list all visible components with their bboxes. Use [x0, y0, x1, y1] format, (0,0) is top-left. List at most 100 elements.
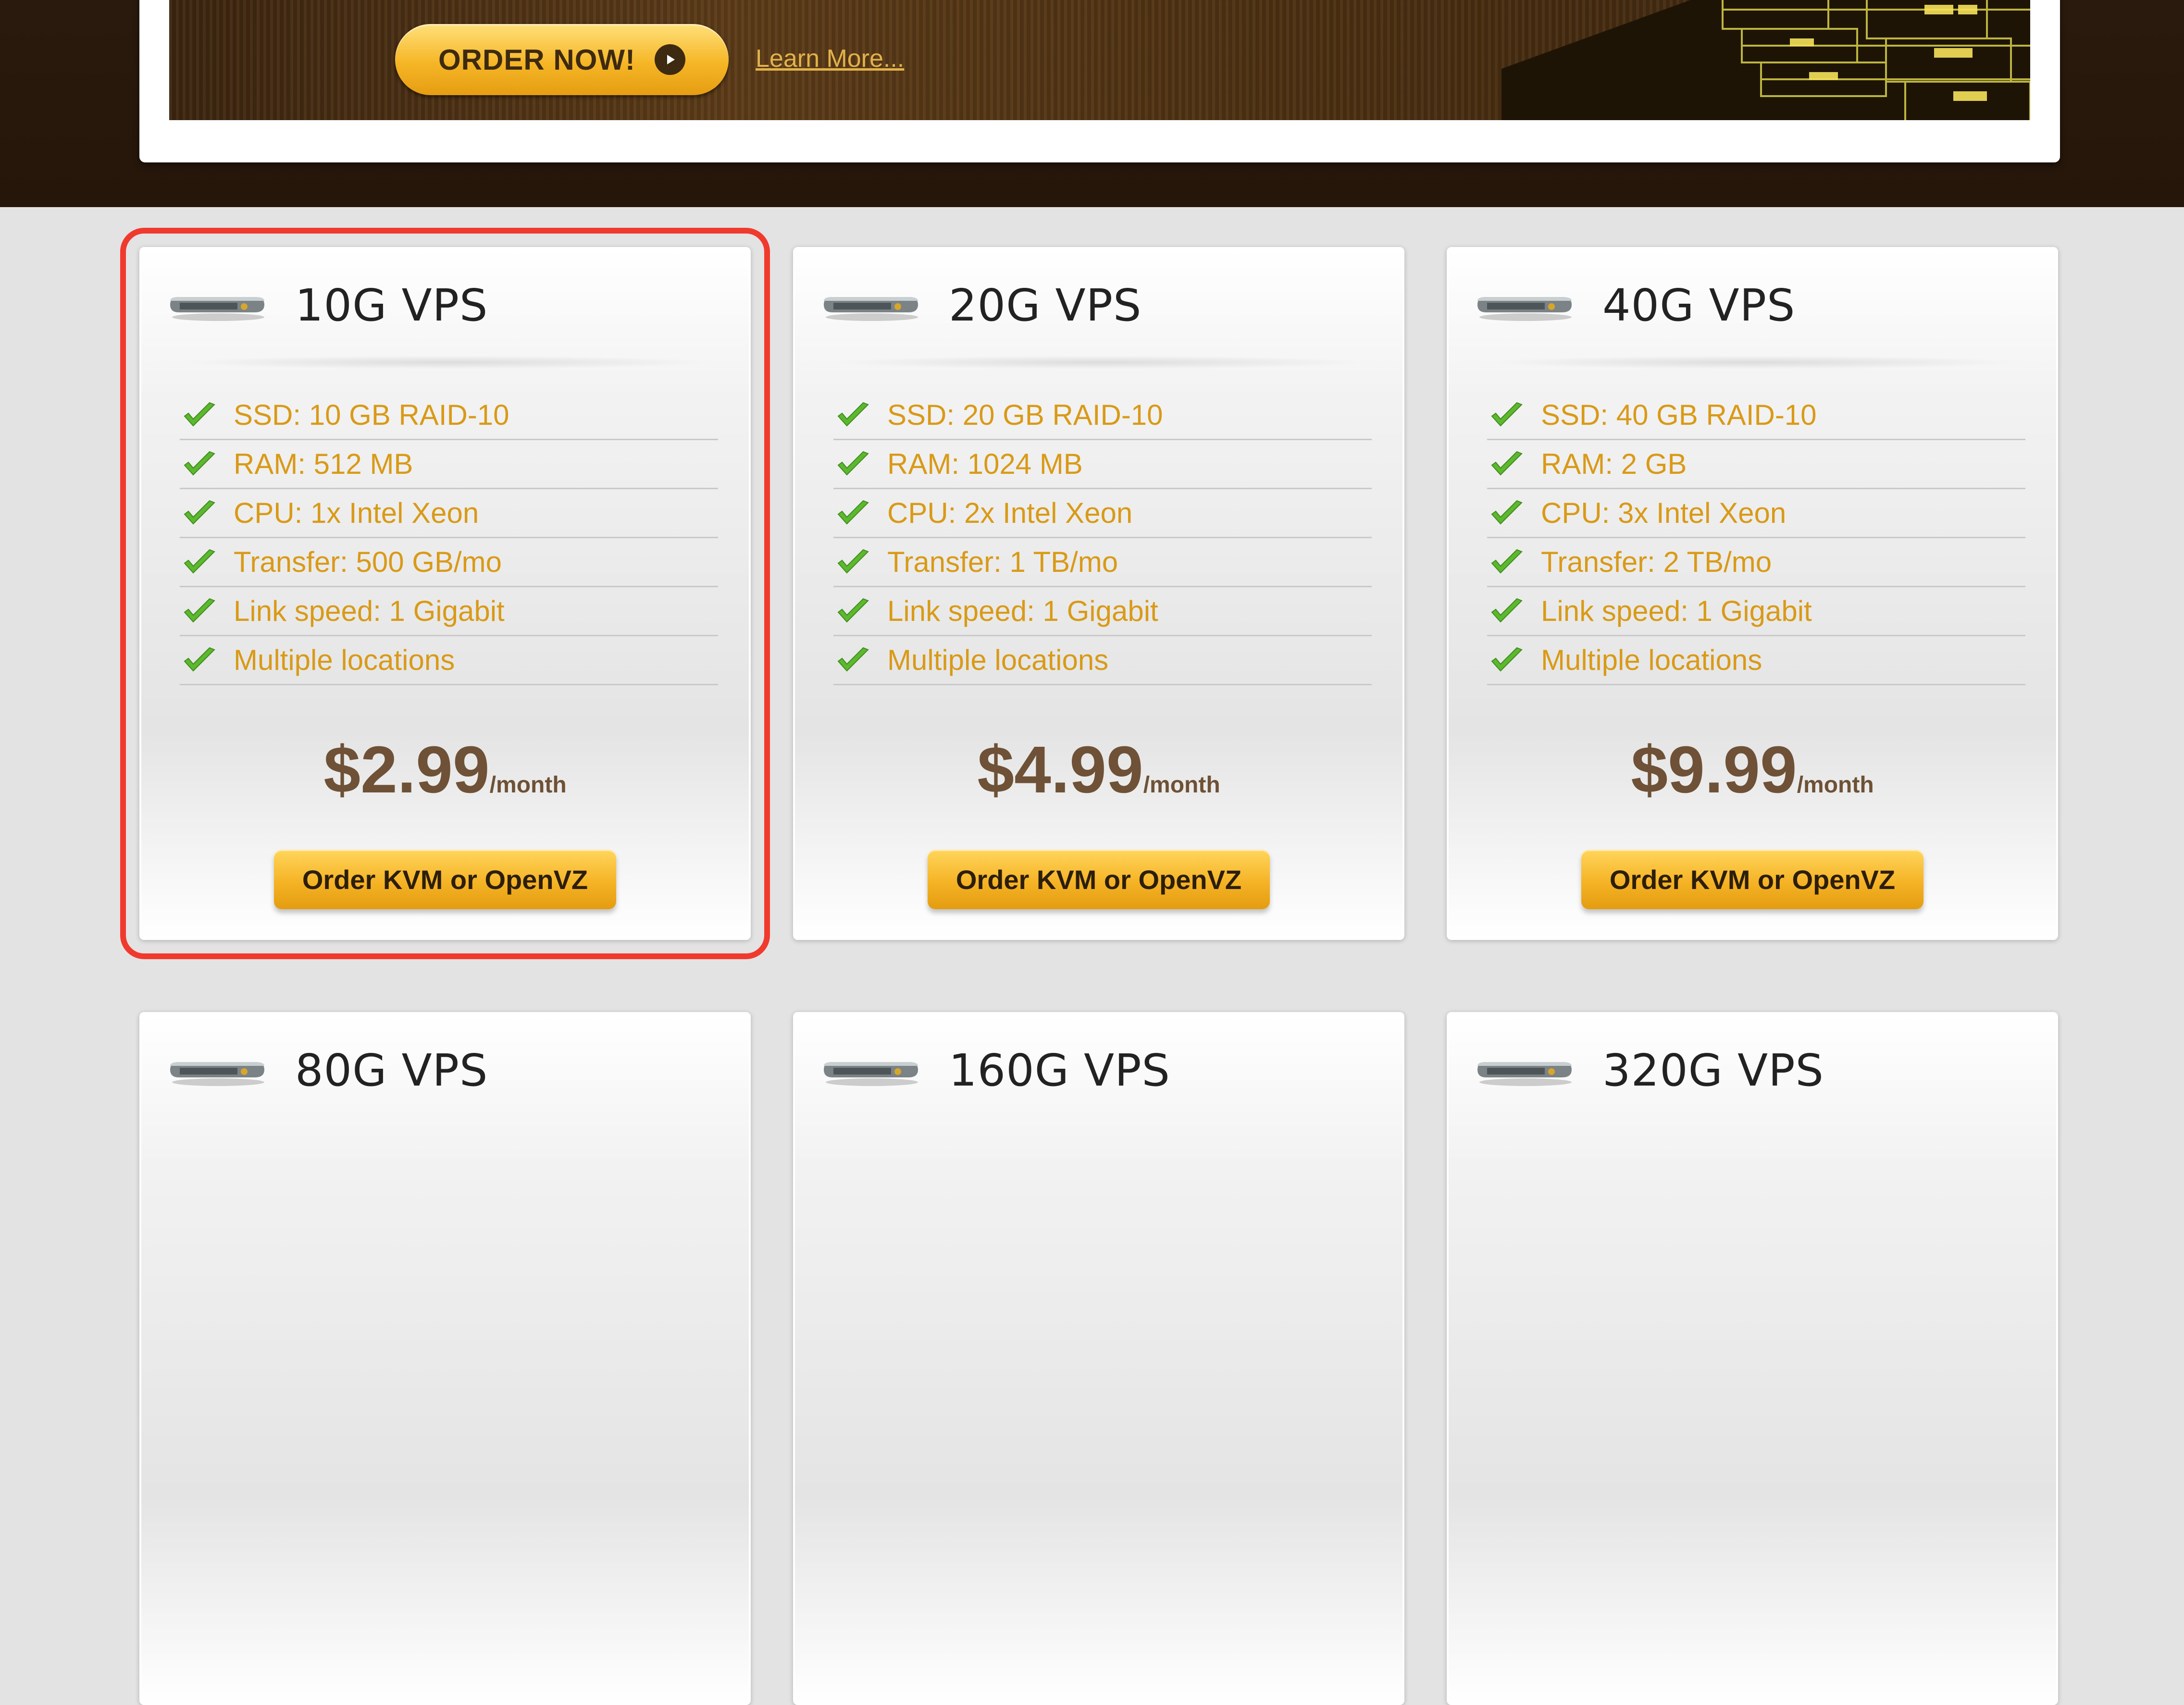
- feature-text: RAM: 512 MB: [234, 448, 413, 480]
- feature-text: Transfer: 500 GB/mo: [234, 546, 502, 578]
- header-divider: [1487, 356, 2021, 369]
- feature-text: Multiple locations: [887, 644, 1109, 676]
- plan-card-320g: 320G VPS: [1447, 1012, 2058, 1705]
- plan-card-header: 40G VPS: [1449, 249, 2056, 369]
- plan-card-160g: 160G VPS: [793, 1012, 1404, 1705]
- check-icon: [1490, 450, 1524, 479]
- list-item: SSD: 40 GB RAID-10: [1487, 391, 2025, 440]
- feature-text: RAM: 2 GB: [1541, 448, 1687, 480]
- plan-title: 20G VPS: [949, 280, 1142, 331]
- list-item: CPU: 3x Intel Xeon: [1487, 489, 2025, 538]
- check-icon: [1490, 548, 1524, 577]
- plan-card-header: 80G VPS: [141, 1014, 749, 1129]
- check-icon: [836, 499, 870, 528]
- plan-card-10g: 10G VPS SSD: 10 GB RAID-10 RAM: 512 MB C…: [120, 228, 770, 959]
- plan-card-header: 160G VPS: [795, 1014, 1402, 1129]
- feature-text: Link speed: 1 Gigabit: [234, 595, 505, 627]
- check-icon: [836, 401, 870, 430]
- plan-card-20g: 20G VPS SSD: 20 GB RAID-10 RAM: 1024 MB …: [793, 247, 1404, 940]
- price: $9.99/month: [1449, 732, 2056, 808]
- server-disk-icon: [1477, 288, 1574, 324]
- check-icon: [1490, 597, 1524, 626]
- hero-banner-frame: ORDER NOW! Learn More...: [139, 0, 2060, 162]
- plan-card-header: 20G VPS: [795, 249, 1402, 369]
- header-divider: [833, 356, 1367, 369]
- feature-text: Link speed: 1 Gigabit: [1541, 595, 1812, 627]
- plan-title: 40G VPS: [1602, 280, 1796, 331]
- order-kvm-openvz-button[interactable]: Order KVM or OpenVZ: [1581, 850, 1923, 909]
- server-rack-illustration: [1502, 0, 2030, 120]
- list-item: Transfer: 2 TB/mo: [1487, 538, 2025, 587]
- play-icon: [654, 44, 685, 75]
- check-icon: [183, 450, 216, 479]
- feature-text: CPU: 1x Intel Xeon: [234, 497, 479, 529]
- check-icon: [183, 499, 216, 528]
- server-disk-icon: [170, 1053, 266, 1089]
- server-disk-icon: [824, 1053, 920, 1089]
- feature-text: RAM: 1024 MB: [887, 448, 1083, 480]
- order-kvm-openvz-button[interactable]: Order KVM or OpenVZ: [274, 850, 616, 909]
- order-now-label: ORDER NOW!: [438, 43, 635, 76]
- list-item: RAM: 2 GB: [1487, 440, 2025, 489]
- feature-text: Multiple locations: [1541, 644, 1762, 676]
- price-amount: $9.99: [1631, 733, 1797, 807]
- list-item: Link speed: 1 Gigabit: [1487, 587, 2025, 636]
- list-item: Transfer: 500 GB/mo: [180, 538, 718, 587]
- list-item: Multiple locations: [833, 636, 1372, 685]
- order-kvm-openvz-button[interactable]: Order KVM or OpenVZ: [928, 850, 1270, 909]
- server-disk-icon: [1477, 1053, 1574, 1089]
- price-amount: $4.99: [977, 733, 1143, 807]
- price: $2.99/month: [141, 732, 749, 808]
- feature-text: SSD: 20 GB RAID-10: [887, 399, 1163, 431]
- feature-text: Transfer: 1 TB/mo: [887, 546, 1118, 578]
- check-icon: [1490, 646, 1524, 675]
- plan-card-80g: 80G VPS: [139, 1012, 751, 1705]
- plan-title: 160G VPS: [949, 1045, 1170, 1096]
- feature-list: SSD: 20 GB RAID-10 RAM: 1024 MB CPU: 2x …: [833, 391, 1372, 685]
- list-item: Multiple locations: [1487, 636, 2025, 685]
- list-item: SSD: 20 GB RAID-10: [833, 391, 1372, 440]
- check-icon: [183, 548, 216, 577]
- price-period: /month: [1797, 772, 1874, 798]
- price-period: /month: [489, 772, 567, 798]
- plan-title: 320G VPS: [1602, 1045, 1824, 1096]
- list-item: Transfer: 1 TB/mo: [833, 538, 1372, 587]
- hero-banner: ORDER NOW! Learn More...: [169, 0, 2030, 120]
- check-icon: [836, 646, 870, 675]
- check-icon: [1490, 401, 1524, 430]
- list-item: Multiple locations: [180, 636, 718, 685]
- list-item: RAM: 1024 MB: [833, 440, 1372, 489]
- feature-text: Multiple locations: [234, 644, 455, 676]
- plan-card-header: 10G VPS: [141, 249, 749, 369]
- list-item: RAM: 512 MB: [180, 440, 718, 489]
- list-item: CPU: 1x Intel Xeon: [180, 489, 718, 538]
- check-icon: [836, 597, 870, 626]
- feature-text: CPU: 2x Intel Xeon: [887, 497, 1133, 529]
- price-period: /month: [1143, 772, 1220, 798]
- list-item: SSD: 10 GB RAID-10: [180, 391, 718, 440]
- price-amount: $2.99: [323, 733, 490, 807]
- server-disk-icon: [824, 288, 920, 324]
- check-icon: [183, 401, 216, 430]
- feature-text: SSD: 40 GB RAID-10: [1541, 399, 1817, 431]
- list-item: Link speed: 1 Gigabit: [833, 587, 1372, 636]
- check-icon: [1490, 499, 1524, 528]
- check-icon: [183, 597, 216, 626]
- price: $4.99/month: [795, 732, 1402, 808]
- header-band: ORDER NOW! Learn More...: [0, 0, 2184, 207]
- plan-title: 80G VPS: [295, 1045, 488, 1096]
- list-item: Link speed: 1 Gigabit: [180, 587, 718, 636]
- learn-more-link[interactable]: Learn More...: [756, 44, 904, 73]
- list-item: CPU: 2x Intel Xeon: [833, 489, 1372, 538]
- feature-text: CPU: 3x Intel Xeon: [1541, 497, 1787, 529]
- check-icon: [836, 548, 870, 577]
- plan-title: 10G VPS: [295, 280, 488, 331]
- feature-text: Link speed: 1 Gigabit: [887, 595, 1158, 627]
- feature-text: SSD: 10 GB RAID-10: [234, 399, 509, 431]
- check-icon: [836, 450, 870, 479]
- check-icon: [183, 646, 216, 675]
- header-divider: [180, 356, 713, 369]
- plan-card-40g: 40G VPS SSD: 40 GB RAID-10 RAM: 2 GB CPU…: [1447, 247, 2058, 940]
- order-now-button[interactable]: ORDER NOW!: [395, 24, 729, 95]
- server-disk-icon: [170, 288, 266, 324]
